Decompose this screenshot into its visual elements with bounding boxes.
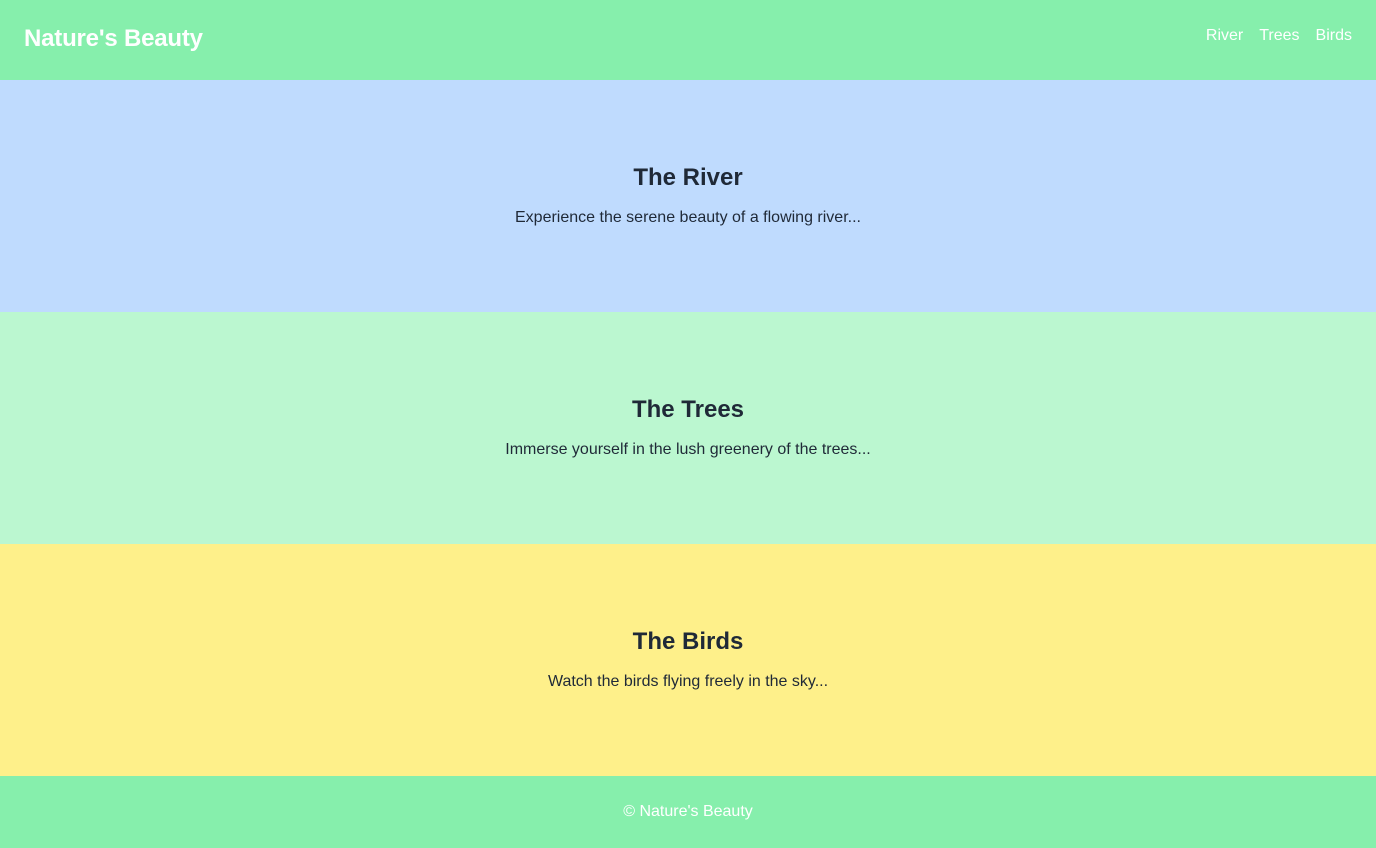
section-river-title: The River	[633, 164, 743, 191]
site-footer: © Nature's Beauty	[0, 776, 1376, 848]
section-birds-title: The Birds	[632, 628, 744, 655]
nav-link-trees[interactable]: Trees	[1259, 27, 1299, 45]
section-river-text: Experience the serene beauty of a flowin…	[515, 209, 861, 226]
main-nav: River Trees Birds	[1206, 27, 1352, 45]
section-trees: The Trees Immerse yourself in the lush g…	[0, 312, 1376, 544]
site-brand[interactable]: Nature's Beauty	[24, 25, 203, 53]
nav-link-birds[interactable]: Birds	[1316, 27, 1352, 45]
section-birds-text: Watch the birds flying freely in the sky…	[547, 673, 829, 690]
nav-link-river[interactable]: River	[1206, 27, 1243, 45]
section-river: The River Experience the serene beauty o…	[0, 80, 1376, 312]
footer-copyright: © Nature's Beauty	[623, 803, 753, 820]
site-header: Nature's Beauty River Trees Birds	[0, 0, 1376, 80]
section-trees-text: Immerse yourself in the lush greenery of…	[505, 441, 871, 458]
section-birds: The Birds Watch the birds flying freely …	[0, 544, 1376, 776]
section-trees-title: The Trees	[631, 396, 745, 423]
